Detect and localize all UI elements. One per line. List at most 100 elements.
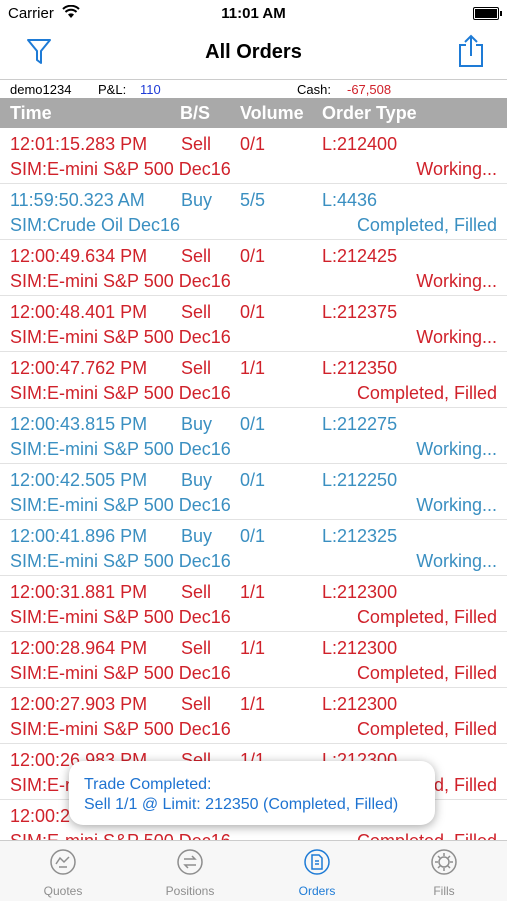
order-side: Sell [181, 134, 212, 154]
order-status: Completed, Filled [356, 383, 497, 403]
order-time: 12:00:41.896 PM [10, 526, 148, 546]
table-header: Time B/S Volume Order Type [0, 98, 507, 128]
order-row[interactable]: 12:00:27.903 PM Sell 1/1 L:212300 SIM:E-mini… [0, 688, 507, 744]
tab-quotes[interactable]: Quotes [0, 841, 126, 901]
order-status: Working... [416, 439, 497, 459]
order-status: Completed, Filled [356, 215, 497, 235]
tab-fills[interactable]: Fills [381, 841, 507, 901]
order-type: L:4436 [322, 190, 378, 210]
order-row[interactable]: 11:59:50.323 AM Buy 5/5 L:4436 SIM:Crude Oil… [0, 184, 507, 240]
order-side: Sell [181, 582, 212, 602]
orders-icon [304, 849, 330, 875]
order-volume: 0/1 [240, 526, 266, 546]
order-row[interactable]: 12:00:47.762 PM Sell 1/1 L:212350 SIM:E-mini… [0, 352, 507, 408]
order-time: 12:00:28.964 PM [10, 638, 148, 658]
order-type: L:212300 [322, 638, 398, 658]
order-instrument: SIM:E-mini S&P 500 Dec16 [10, 383, 231, 403]
order-type: L:212400 [322, 134, 398, 154]
order-time: 12:00:48.401 PM [10, 302, 148, 322]
order-time: 12:00:27.903 PM [10, 694, 148, 714]
order-volume: 1/1 [240, 582, 266, 602]
order-type: L:212300 [322, 582, 398, 602]
order-instrument: SIM:E-mini S&P 500 Dec16 [10, 663, 231, 683]
tab-bar: Quotes Positions Orders Fills [0, 840, 507, 901]
order-row[interactable]: 12:00:49.634 PM Sell 0/1 L:212425 SIM:E-mini… [0, 240, 507, 296]
column-order-type: Order Type [322, 103, 417, 123]
order-side: Sell [181, 246, 212, 266]
pnl-value: 110 [140, 82, 161, 97]
order-status: Working... [416, 271, 497, 291]
order-type: L:212325 [322, 526, 398, 546]
order-status: Working... [416, 159, 497, 179]
order-row[interactable]: 12:00:48.401 PM Sell 0/1 L:212375 SIM:E-mini… [0, 296, 507, 352]
tab-label: Orders [298, 884, 336, 898]
nav-bar: All Orders [0, 28, 507, 78]
order-instrument: SIM:E-mini S&P 500 Dec16 [10, 439, 231, 459]
order-status: Working... [416, 551, 497, 571]
order-side: Buy [181, 470, 213, 490]
share-icon[interactable] [457, 34, 485, 68]
order-time: 12:00:31.881 PM [10, 582, 148, 602]
order-side: Sell [181, 358, 212, 378]
order-instrument: SIM:E-mini S&P 500 Dec16 [10, 159, 231, 179]
order-instrument: SIM:E-mini S&P 500 Dec16 [10, 551, 231, 571]
order-volume: 5/5 [240, 190, 266, 210]
tab-label: Positions [165, 884, 215, 898]
tab-label: Fills [433, 884, 455, 898]
clock: 11:01 AM [221, 5, 286, 22]
page-title: All Orders [205, 41, 302, 63]
order-time: 12:00:2 [10, 806, 71, 826]
order-time: 12:00:42.505 PM [10, 470, 148, 490]
order-volume: 1/1 [240, 638, 266, 658]
order-type: L:212350 [322, 358, 398, 378]
orders-list: 12:01:15.283 PM Sell 0/1 L:212400 SIM:E-mini… [0, 128, 507, 856]
order-side: Buy [181, 190, 213, 210]
order-status: Completed, Filled [356, 607, 497, 627]
order-status: Working... [416, 327, 497, 347]
order-volume: 0/1 [240, 302, 266, 322]
positions-icon [177, 849, 203, 875]
account-bar: demo1234 P&L: 110 Cash: -67,508 [0, 79, 507, 99]
order-time: 11:59:50.323 AM [10, 190, 145, 210]
order-row[interactable]: 12:00:42.505 PM Buy 0/1 L:212250 SIM:E-mini … [0, 464, 507, 520]
order-time: 12:00:49.634 PM [10, 246, 148, 266]
order-type: L:212425 [322, 246, 398, 266]
order-volume: 1/1 [240, 358, 266, 378]
order-volume: 0/1 [240, 134, 266, 154]
order-status: Completed, Filled [356, 663, 497, 683]
status-bar: Carrier 11:01 AM [0, 0, 507, 28]
order-row[interactable]: 12:00:41.896 PM Buy 0/1 L:212325 SIM:E-mini … [0, 520, 507, 576]
order-type: L:212275 [322, 414, 398, 434]
toast-message: Sell 1/1 @ Limit: 212350 (Completed, Fil… [84, 796, 399, 813]
order-time: 12:00:43.815 PM [10, 414, 148, 434]
order-instrument: SIM:E-mini S&P 500 Dec16 [10, 327, 231, 347]
column-time: Time [10, 103, 52, 123]
account-id: demo1234 [10, 82, 72, 97]
fills-icon [431, 849, 457, 875]
order-instrument: SIM:Crude Oil Dec16 [10, 215, 181, 235]
order-instrument: SIM:E-mini S&P 500 Dec16 [10, 719, 231, 739]
order-side: Buy [181, 526, 213, 546]
order-row[interactable]: 12:00:28.964 PM Sell 1/1 L:212300 SIM:E-mini… [0, 632, 507, 688]
order-side: Sell [181, 694, 212, 714]
trade-toast[interactable]: Trade Completed: Sell 1/1 @ Limit: 21235… [69, 761, 435, 825]
order-side: Sell [181, 302, 212, 322]
column-volume: Volume [240, 103, 304, 123]
tab-positions[interactable]: Positions [127, 841, 253, 901]
order-time: 12:00:47.762 PM [10, 358, 148, 378]
order-side: Sell [181, 638, 212, 658]
order-row[interactable]: 12:01:15.283 PM Sell 0/1 L:212400 SIM:E-mini… [0, 128, 507, 184]
order-status: Completed, Filled [356, 719, 497, 739]
order-row[interactable]: 12:00:43.815 PM Buy 0/1 L:212275 SIM:E-mini … [0, 408, 507, 464]
order-instrument: SIM:E-mini S&P 500 Dec16 [10, 271, 231, 291]
tab-orders[interactable]: Orders [254, 841, 380, 901]
order-type: L:212300 [322, 694, 398, 714]
cash-value: -67,508 [347, 82, 392, 97]
order-side: Buy [181, 414, 213, 434]
order-status: Working... [416, 495, 497, 515]
column-bs: B/S [180, 103, 211, 123]
tab-label: Quotes [43, 884, 83, 898]
order-row[interactable]: 12:00:31.881 PM Sell 1/1 L:212300 SIM:E-mini… [0, 576, 507, 632]
order-volume: 0/1 [240, 414, 266, 434]
toast-title: Trade Completed: [84, 776, 212, 793]
